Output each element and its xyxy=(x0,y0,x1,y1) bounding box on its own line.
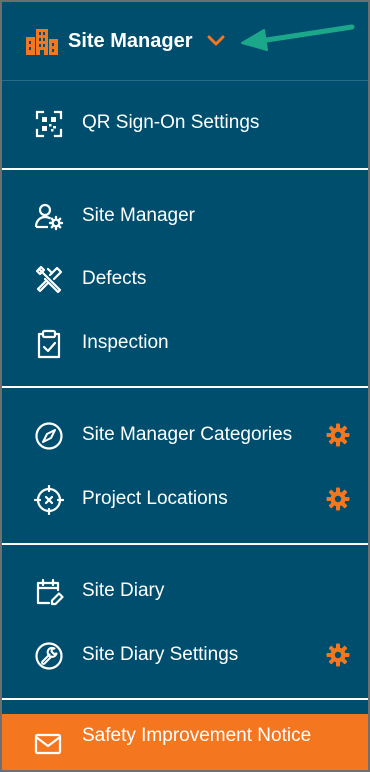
user-gear-icon xyxy=(34,203,64,231)
menu-item-site-diary-settings[interactable]: Site Diary Settings xyxy=(2,627,368,683)
menu-item-safety-improvement-notice[interactable]: Safety Improvement Notice xyxy=(2,714,368,770)
arrow-pointer-icon xyxy=(241,24,355,51)
header-title: Site Manager xyxy=(68,30,193,52)
divider xyxy=(2,386,368,388)
menu-item-inspection[interactable]: Inspection xyxy=(2,315,368,371)
menu-item-label: Inspection xyxy=(82,332,169,353)
menu-item-label: Site Diary Settings xyxy=(82,644,239,665)
compass-icon xyxy=(35,422,63,450)
menu-item-project-locations[interactable]: Project Locations xyxy=(2,471,368,527)
tools-icon xyxy=(35,265,63,294)
site-manager-header[interactable]: Site Manager xyxy=(2,2,368,80)
gear-icon[interactable] xyxy=(326,643,350,667)
envelope-icon xyxy=(34,733,62,755)
menu-item-site-diary[interactable]: Site Diary xyxy=(2,563,368,619)
menu-item-qr-sign-on-settings[interactable]: QR Sign-On Settings xyxy=(2,95,368,151)
menu-item-label: Site Manager Categories xyxy=(82,424,293,445)
wrench-circle-icon xyxy=(35,642,63,670)
chevron-down-icon[interactable] xyxy=(207,35,225,47)
menu-item-site-manager[interactable]: Site Manager xyxy=(2,188,368,244)
menu-item-label: Project Locations xyxy=(82,488,228,509)
divider xyxy=(2,698,368,700)
buildings-icon xyxy=(26,29,58,55)
divider xyxy=(2,168,368,170)
menu-item-label: Site Diary xyxy=(82,580,165,601)
clipboard-check-icon xyxy=(37,329,61,359)
divider xyxy=(2,543,368,545)
menu-item-label: Defects xyxy=(82,268,147,289)
calendar-edit-icon xyxy=(36,578,64,606)
divider xyxy=(2,80,368,81)
gear-icon[interactable] xyxy=(326,423,350,447)
side-menu-panel: Site Manager QR Sign-On Settings Site Ma… xyxy=(0,0,370,772)
crosshair-icon xyxy=(34,485,64,515)
menu-item-site-manager-categories[interactable]: Site Manager Categories xyxy=(2,407,368,463)
qr-code-icon xyxy=(35,110,63,138)
menu-item-label: Site Manager xyxy=(82,205,196,226)
menu-item-label: Safety Improvement Notice xyxy=(82,725,312,746)
gear-icon[interactable] xyxy=(326,487,350,511)
menu-item-defects[interactable]: Defects xyxy=(2,251,368,307)
menu-item-label: QR Sign-On Settings xyxy=(82,112,260,133)
